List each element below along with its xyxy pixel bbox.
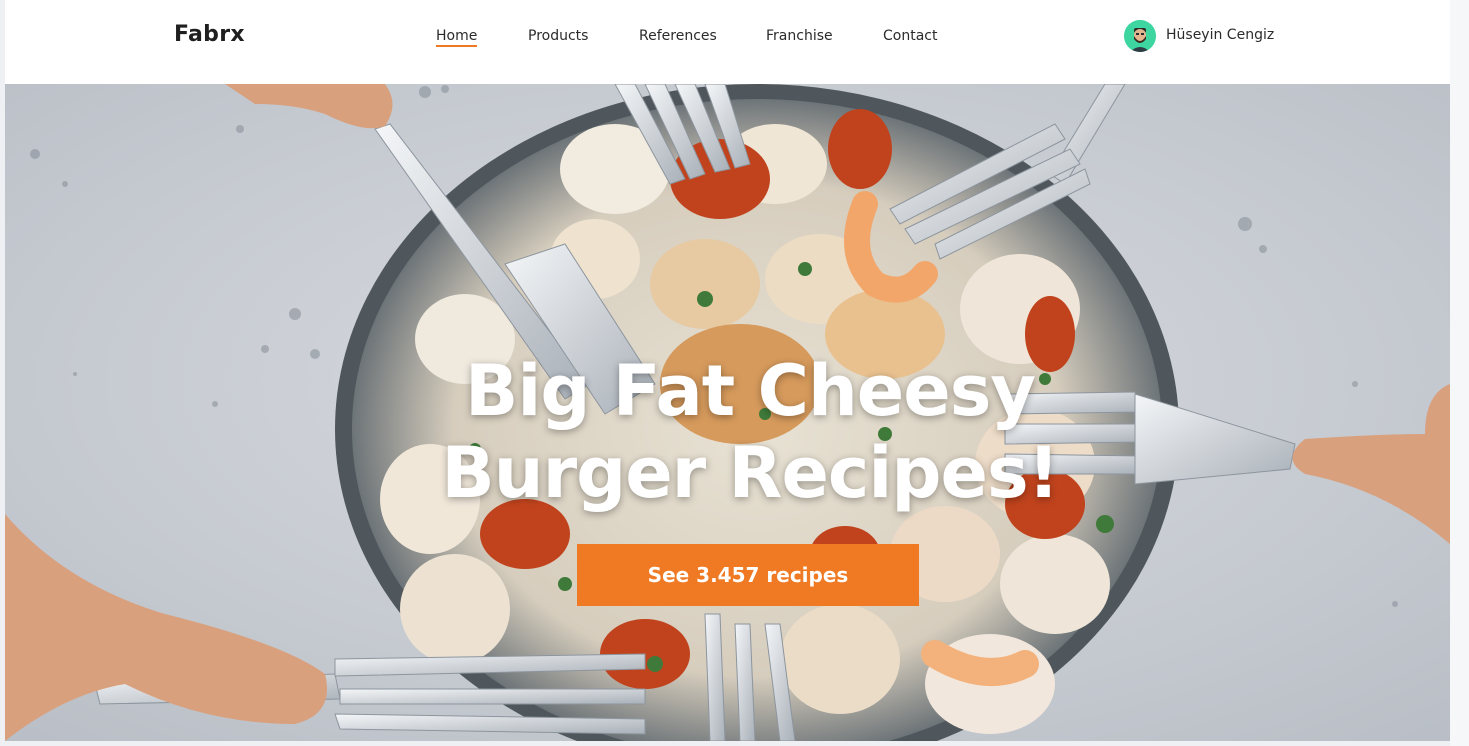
page-scrollbar[interactable] [1450,0,1469,746]
top-navbar: Fabrx Home Products References Franchise… [5,0,1450,84]
nav-item-references[interactable]: References [639,28,717,44]
user-avatar-icon[interactable] [1124,20,1156,52]
nav-item-home[interactable]: Home [436,28,478,47]
app-frame: Fabrx Home Products References Franchise… [5,0,1450,741]
see-recipes-button[interactable]: See 3.457 recipes [577,544,919,606]
nav-item-products[interactable]: Products [528,28,588,44]
nav-item-contact[interactable]: Contact [883,28,937,44]
hero-title: Big Fat Cheesy Burger Recipes! [5,350,1450,514]
hero-title-line-2: Burger Recipes! [441,432,1059,514]
user-name[interactable]: Hüseyin Cengiz [1166,27,1274,43]
nav-item-franchise[interactable]: Franchise [766,28,833,44]
hero-banner: Big Fat Cheesy Burger Recipes! See 3.457… [5,84,1450,741]
hero-title-line-1: Big Fat Cheesy [464,350,1036,432]
